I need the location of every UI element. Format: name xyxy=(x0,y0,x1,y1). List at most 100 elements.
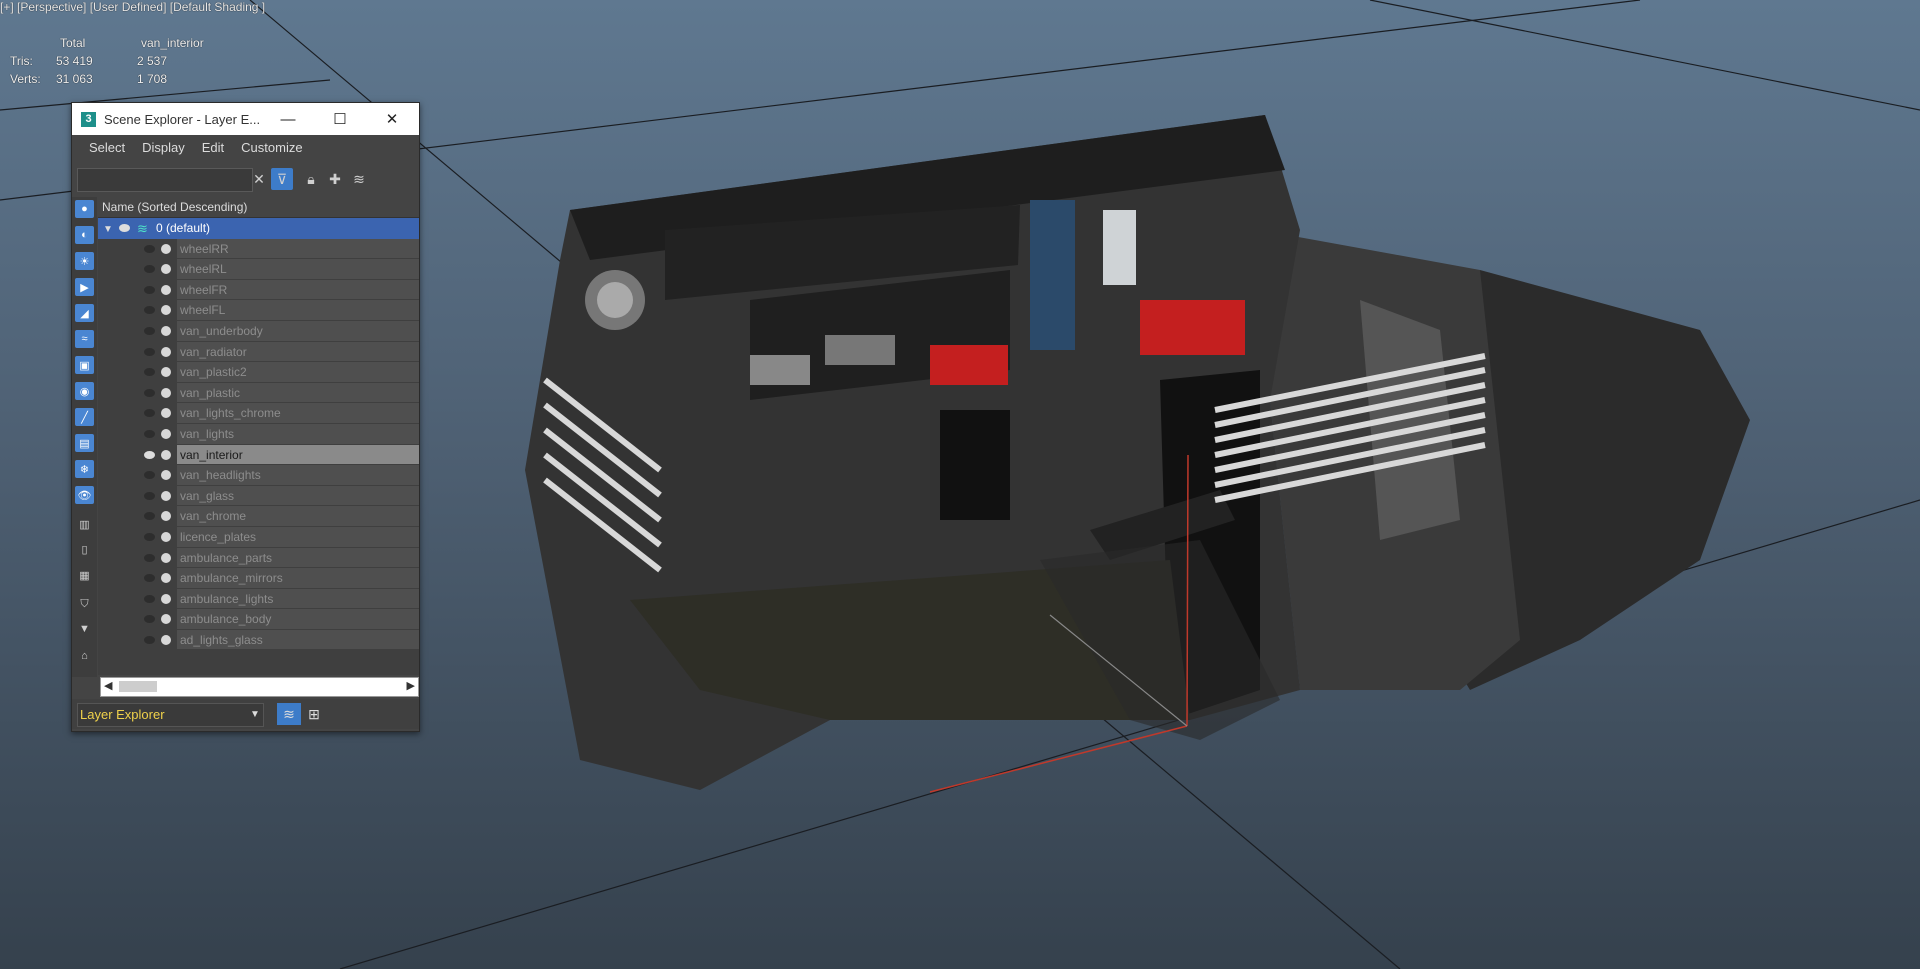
eye-icon[interactable] xyxy=(144,244,155,253)
hidden-filter-icon[interactable]: 👁︎ xyxy=(75,486,94,504)
object-row[interactable]: van_glass xyxy=(98,485,419,507)
menu-display[interactable]: Display xyxy=(142,140,185,155)
filter-settings-icon[interactable]: ⛉ xyxy=(75,595,94,613)
object-row[interactable]: van_radiator xyxy=(98,341,419,363)
layers-icon[interactable]: ≋ xyxy=(348,168,370,190)
menu-edit[interactable]: Edit xyxy=(202,140,224,155)
object-row[interactable]: van_headlights xyxy=(98,465,419,486)
object-row[interactable]: van_lights_chrome xyxy=(98,403,419,424)
scene-explorer-window[interactable]: 3 Scene Explorer - Layer E... — ☐ ✕ Sele… xyxy=(71,102,420,732)
containers-filter-icon[interactable]: ▤ xyxy=(75,434,94,452)
object-name: van_plastic xyxy=(177,382,419,403)
eye-icon[interactable] xyxy=(144,491,155,500)
cameras-filter-icon[interactable]: ▶ xyxy=(75,278,94,296)
sort-by-layers-icon[interactable]: ≋ xyxy=(277,703,301,725)
sort-by-hierarchy-icon[interactable]: ⊞ xyxy=(302,703,326,725)
object-type-icon xyxy=(161,531,171,542)
eye-icon[interactable] xyxy=(144,265,155,274)
object-name: van_underbody xyxy=(177,320,419,341)
object-row[interactable]: van_interior xyxy=(98,444,419,466)
object-row[interactable]: licence_plates xyxy=(98,526,419,548)
object-row[interactable]: van_plastic2 xyxy=(98,362,419,383)
search-input[interactable] xyxy=(77,168,253,192)
eye-icon[interactable] xyxy=(144,532,155,541)
container-icon[interactable]: ⌂ xyxy=(75,647,94,665)
eye-icon[interactable] xyxy=(144,635,155,644)
eye-icon[interactable] xyxy=(144,368,155,377)
object-list: wheelRR wheelRL wheelFR wheelFL van_underbod… xyxy=(98,238,419,651)
name-column-header[interactable]: Name (Sorted Descending) xyxy=(98,197,419,218)
object-row[interactable]: ambulance_body xyxy=(98,609,419,630)
object-row[interactable]: ambulance_lights xyxy=(98,588,419,610)
layer-tree[interactable]: Name (Sorted Descending) ▼ ≋ 0 (default)… xyxy=(98,197,419,675)
object-row[interactable]: van_chrome xyxy=(98,506,419,527)
xrefs-filter-icon[interactable]: ◉ xyxy=(75,382,94,400)
eye-icon[interactable] xyxy=(144,450,155,459)
eye-icon[interactable] xyxy=(144,285,155,294)
object-row[interactable]: wheelRL xyxy=(98,259,419,280)
add-layer-icon[interactable]: ✚ xyxy=(324,168,346,190)
minimize-button[interactable]: — xyxy=(262,103,314,135)
scroll-left-icon[interactable]: ◀ xyxy=(104,679,112,692)
eye-icon[interactable] xyxy=(144,574,155,583)
eye-icon[interactable] xyxy=(144,594,155,603)
object-row[interactable]: van_underbody xyxy=(98,320,419,342)
clear-search-icon[interactable]: ✕ xyxy=(248,168,270,190)
layer-row-default[interactable]: ▼ ≋ 0 (default) xyxy=(98,218,419,239)
frozen-filter-icon[interactable]: ❄ xyxy=(75,460,94,478)
lights-filter-icon[interactable]: ☀ xyxy=(75,252,94,270)
eye-icon[interactable] xyxy=(144,347,155,356)
eye-icon[interactable] xyxy=(144,615,155,624)
eye-icon[interactable] xyxy=(144,429,155,438)
object-row[interactable]: ambulance_mirrors xyxy=(98,568,419,589)
chevron-down-icon: ▼ xyxy=(250,709,260,720)
all-filter-icon[interactable]: ▥ xyxy=(75,515,94,533)
object-row[interactable]: wheelRR xyxy=(98,238,419,260)
eye-icon[interactable] xyxy=(144,409,155,418)
lock-icon[interactable]: 🔒︎ xyxy=(300,168,322,190)
eye-icon[interactable] xyxy=(144,326,155,335)
shapes-filter-icon[interactable]: ◐ xyxy=(75,226,94,244)
object-type-icon xyxy=(161,614,171,625)
menu-select[interactable]: Select xyxy=(89,140,125,155)
object-name: wheelFR xyxy=(177,279,419,300)
object-name: wheelFL xyxy=(177,300,419,320)
object-type-icon xyxy=(161,387,171,398)
stats-header-total: Total xyxy=(60,36,86,50)
eye-icon[interactable] xyxy=(144,471,155,480)
spacewarps-filter-icon[interactable]: ≈ xyxy=(75,330,94,348)
object-row[interactable]: ambulance_parts xyxy=(98,547,419,569)
title-bar[interactable]: 3 Scene Explorer - Layer E... — ☐ ✕ xyxy=(72,103,419,135)
object-row[interactable]: wheelFR xyxy=(98,279,419,301)
expand-triangle-icon[interactable]: ▼ xyxy=(103,224,113,235)
object-name: van_chrome xyxy=(177,506,419,526)
eye-icon[interactable] xyxy=(144,388,155,397)
groups-filter-icon[interactable]: ▣ xyxy=(75,356,94,374)
explorer-type-dropdown[interactable]: Layer Explorer ▼ xyxy=(77,703,264,727)
eye-icon[interactable] xyxy=(144,512,155,521)
filter-toggle-icon[interactable]: ⊽ xyxy=(271,168,293,190)
viewport-label[interactable]: [+] [Perspective] [User Defined] [Defaul… xyxy=(0,0,265,14)
filter-icon[interactable]: ▼ xyxy=(75,620,94,638)
invert-filter-icon[interactable]: ▦ xyxy=(75,566,94,584)
object-row[interactable]: van_plastic xyxy=(98,382,419,404)
none-filter-icon[interactable]: ▯ xyxy=(75,540,94,558)
eye-icon[interactable] xyxy=(144,553,155,562)
object-row[interactable]: wheelFL xyxy=(98,300,419,321)
eye-icon[interactable] xyxy=(119,224,130,232)
object-row[interactable]: van_lights xyxy=(98,423,419,445)
maximize-button[interactable]: ☐ xyxy=(314,103,366,135)
geometry-filter-icon[interactable]: ● xyxy=(75,200,94,218)
window-title: Scene Explorer - Layer E... xyxy=(104,111,261,127)
object-name: wheelRL xyxy=(177,259,419,279)
eye-icon[interactable] xyxy=(144,306,155,315)
scroll-thumb[interactable] xyxy=(119,681,157,692)
bones-filter-icon[interactable]: ╱ xyxy=(75,408,94,426)
scroll-right-icon[interactable]: ▶ xyxy=(407,679,415,692)
close-button[interactable]: ✕ xyxy=(366,103,418,135)
helpers-filter-icon[interactable]: ◢ xyxy=(75,304,94,322)
object-name: licence_plates xyxy=(177,526,419,547)
menu-customize[interactable]: Customize xyxy=(241,140,302,155)
horizontal-scrollbar[interactable]: ◀ ▶ xyxy=(100,677,419,697)
object-row[interactable]: ad_lights_glass xyxy=(98,629,419,651)
